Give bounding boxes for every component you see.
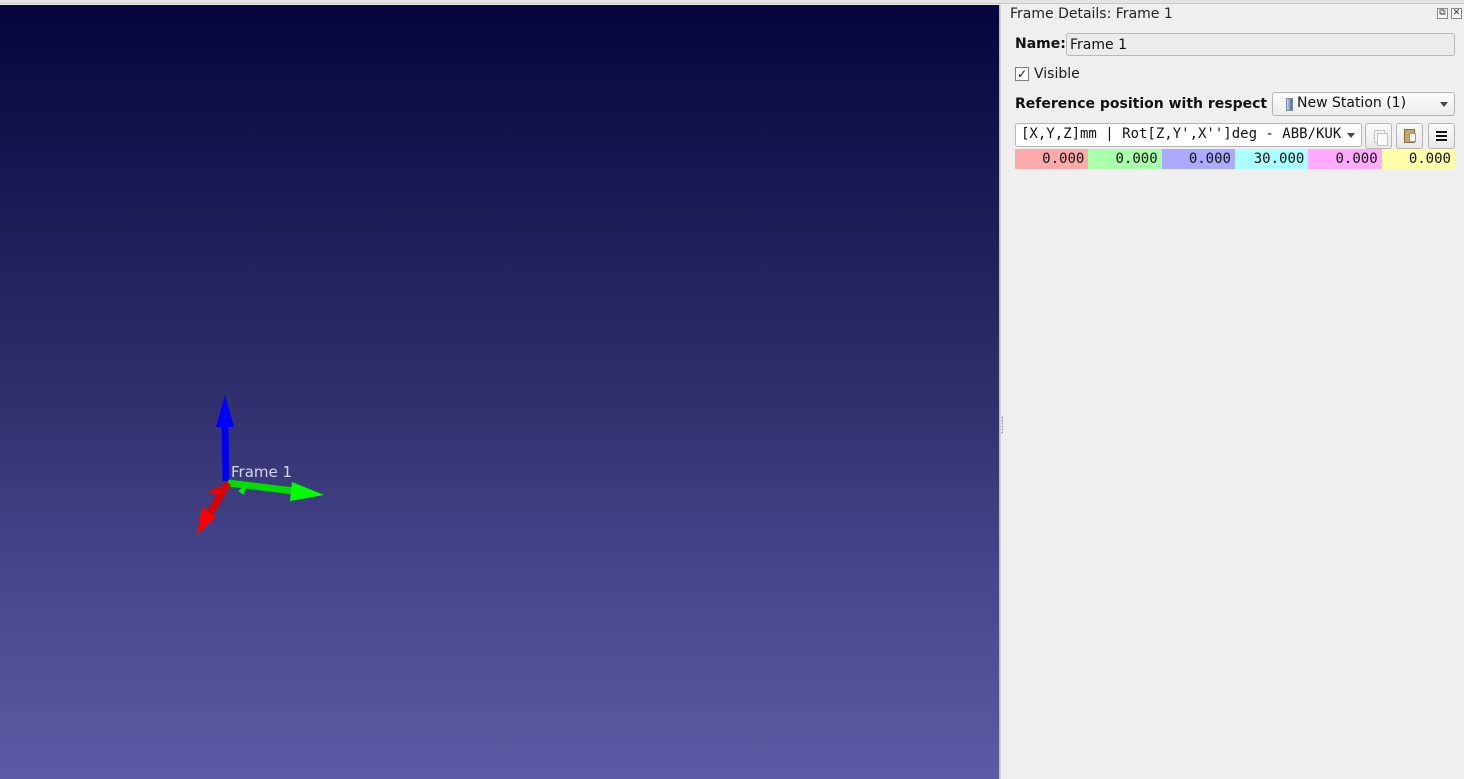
pose-format-value: [X,Y,Z]mm | Rot[Z,Y',X'']deg - ABB/KUKA: [1021, 126, 1341, 142]
z-axis-shaft: [221, 422, 230, 482]
chevron-down-icon: [1440, 102, 1448, 107]
float-icon[interactable]: ⧉: [1437, 8, 1448, 19]
y-axis-shaft: [227, 479, 295, 495]
name-input[interactable]: [1066, 33, 1455, 56]
reference-station-select[interactable]: New Station (1): [1272, 92, 1455, 116]
pose-rx-field[interactable]: 0.000: [1381, 149, 1455, 169]
reference-label: Reference position with respect to:: [1015, 96, 1294, 112]
pose-z-field[interactable]: 0.000: [1161, 149, 1235, 169]
3d-viewport[interactable]: Frame 1: [0, 5, 999, 779]
panel-title: Frame Details: Frame 1: [1010, 6, 1173, 22]
panel-splitter[interactable]: [999, 5, 1001, 779]
pose-x-field[interactable]: 0.000: [1015, 149, 1089, 169]
pose-values-row: 0.000 0.000 0.000 30.000 0.000 0.000: [1015, 149, 1455, 169]
copy-icon: [1374, 130, 1388, 146]
chevron-down-icon: [1347, 133, 1355, 138]
z-axis-arrowhead: [216, 395, 234, 427]
pose-format-select[interactable]: [X,Y,Z]mm | Rot[Z,Y',X'']deg - ABB/KUKA: [1015, 123, 1362, 147]
top-border: [0, 0, 1464, 4]
reference-station-value: New Station (1): [1297, 95, 1407, 111]
station-icon: [1286, 98, 1293, 111]
paste-pose-button[interactable]: [1396, 123, 1423, 149]
copy-pose-button[interactable]: [1365, 123, 1392, 149]
pose-ry-field[interactable]: 0.000: [1308, 149, 1382, 169]
x-axis-back-fin: [208, 485, 220, 495]
paste-icon: [1404, 129, 1416, 143]
pose-rz-field[interactable]: 30.000: [1234, 149, 1309, 169]
frame-name-label: Frame 1: [231, 463, 293, 481]
close-icon[interactable]: ✕: [1451, 8, 1462, 19]
y-axis-arrowhead: [290, 482, 324, 501]
visible-label[interactable]: Visible: [1034, 66, 1080, 82]
menu-icon: [1436, 131, 1447, 133]
frame-axes-gizmo: [197, 395, 324, 535]
name-label: Name:: [1015, 36, 1066, 52]
pose-y-field[interactable]: 0.000: [1088, 149, 1162, 169]
visible-checkbox[interactable]: ✓: [1015, 67, 1029, 81]
more-options-button[interactable]: [1428, 123, 1455, 149]
frame-details-panel: Frame Details: Frame 1 ⧉ ✕: [1003, 5, 1464, 779]
